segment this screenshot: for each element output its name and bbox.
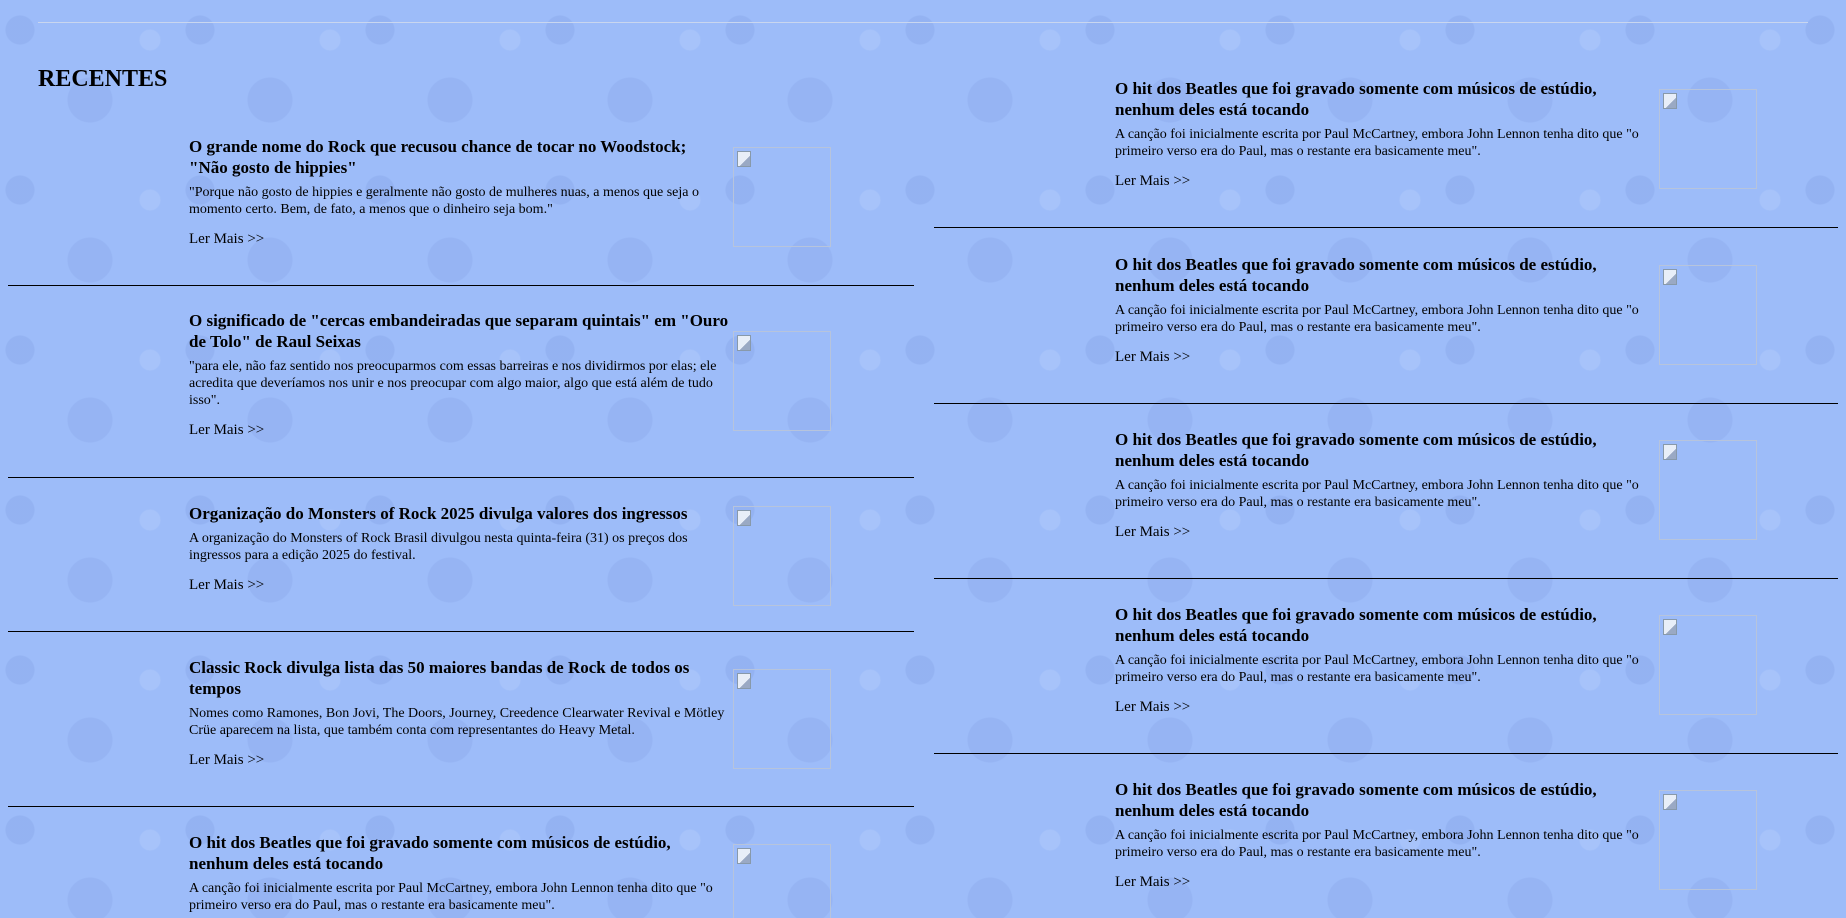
article-text: O hit dos Beatles que foi gravado soment…	[1115, 78, 1655, 190]
article-card: O hit dos Beatles que foi gravado soment…	[934, 78, 1838, 228]
article-text: O hit dos Beatles que foi gravado soment…	[1115, 779, 1655, 891]
broken-image-icon	[1663, 794, 1677, 810]
article-text: Classic Rock divulga lista das 50 maiore…	[189, 657, 729, 769]
article-thumbnail[interactable]	[733, 147, 831, 247]
read-more-link[interactable]: Ler Mais >>	[189, 422, 264, 438]
read-more-link[interactable]: Ler Mais >>	[189, 577, 264, 593]
article-card: O hit dos Beatles que foi gravado soment…	[934, 429, 1838, 579]
broken-image-icon	[737, 673, 751, 689]
article-text: O hit dos Beatles que foi gravado soment…	[189, 832, 729, 918]
article-title[interactable]: O hit dos Beatles que foi gravado soment…	[1115, 429, 1655, 471]
article-excerpt: "para ele, não faz sentido nos preocupar…	[189, 359, 717, 408]
broken-image-icon	[1663, 269, 1677, 285]
article-card: O hit dos Beatles que foi gravado soment…	[934, 254, 1838, 404]
read-more-link[interactable]: Ler Mais >>	[1115, 699, 1190, 715]
article-title[interactable]: O hit dos Beatles que foi gravado soment…	[1115, 78, 1655, 120]
article-card: Classic Rock divulga lista das 50 maiore…	[8, 657, 914, 807]
article-title[interactable]: O hit dos Beatles que foi gravado soment…	[1115, 254, 1655, 296]
article-thumbnail[interactable]	[1659, 440, 1757, 540]
section-title: RECENTES	[38, 66, 168, 92]
article-thumbnail[interactable]	[1659, 790, 1757, 890]
article-thumbnail[interactable]	[733, 669, 831, 769]
article-title[interactable]: Classic Rock divulga lista das 50 maiore…	[189, 657, 729, 699]
broken-image-icon	[737, 510, 751, 526]
article-excerpt: A canção foi inicialmente escrita por Pa…	[189, 881, 713, 913]
article-text: O significado de "cercas embandeiradas q…	[189, 310, 729, 439]
article-excerpt: A canção foi inicialmente escrita por Pa…	[1115, 303, 1639, 335]
broken-image-icon	[1663, 619, 1677, 635]
article-text: O grande nome do Rock que recusou chance…	[189, 136, 729, 248]
read-more-link[interactable]: Ler Mais >>	[1115, 874, 1190, 890]
broken-image-icon	[1663, 93, 1677, 109]
article-card: Organização do Monsters of Rock 2025 div…	[8, 503, 914, 632]
article-thumbnail[interactable]	[1659, 265, 1757, 365]
broken-image-icon	[1663, 444, 1677, 460]
article-excerpt: A organização do Monsters of Rock Brasil…	[189, 531, 688, 563]
article-thumbnail[interactable]	[733, 506, 831, 606]
article-text: O hit dos Beatles que foi gravado soment…	[1115, 429, 1655, 541]
article-excerpt: "Porque não gosto de hippies e geralment…	[189, 185, 699, 217]
read-more-link[interactable]: Ler Mais >>	[189, 752, 264, 768]
article-card: O significado de "cercas embandeiradas q…	[8, 310, 914, 478]
article-title[interactable]: O hit dos Beatles que foi gravado soment…	[1115, 779, 1655, 821]
article-excerpt: Nomes como Ramones, Bon Jovi, The Doors,…	[189, 706, 725, 738]
article-title[interactable]: O grande nome do Rock que recusou chance…	[189, 136, 729, 178]
article-card: O hit dos Beatles que foi gravado soment…	[934, 604, 1838, 754]
article-card: O hit dos Beatles que foi gravado soment…	[8, 832, 914, 918]
article-title[interactable]: O significado de "cercas embandeiradas q…	[189, 310, 729, 352]
article-title[interactable]: O hit dos Beatles que foi gravado soment…	[1115, 604, 1655, 646]
top-divider	[38, 22, 1808, 23]
article-excerpt: A canção foi inicialmente escrita por Pa…	[1115, 127, 1639, 159]
read-more-link[interactable]: Ler Mais >>	[1115, 349, 1190, 365]
article-text: Organização do Monsters of Rock 2025 div…	[189, 503, 729, 594]
article-excerpt: A canção foi inicialmente escrita por Pa…	[1115, 653, 1639, 685]
article-card: O grande nome do Rock que recusou chance…	[8, 136, 914, 286]
article-title[interactable]: O hit dos Beatles que foi gravado soment…	[189, 832, 729, 874]
article-excerpt: A canção foi inicialmente escrita por Pa…	[1115, 828, 1639, 860]
read-more-link[interactable]: Ler Mais >>	[189, 231, 264, 247]
article-text: O hit dos Beatles que foi gravado soment…	[1115, 604, 1655, 716]
article-thumbnail[interactable]	[733, 331, 831, 431]
article-excerpt: A canção foi inicialmente escrita por Pa…	[1115, 478, 1639, 510]
article-thumbnail[interactable]	[733, 844, 831, 918]
article-thumbnail[interactable]	[1659, 615, 1757, 715]
read-more-link[interactable]: Ler Mais >>	[1115, 524, 1190, 540]
article-text: O hit dos Beatles que foi gravado soment…	[1115, 254, 1655, 366]
broken-image-icon	[737, 848, 751, 864]
article-thumbnail[interactable]	[1659, 89, 1757, 189]
broken-image-icon	[737, 151, 751, 167]
article-title[interactable]: Organização do Monsters of Rock 2025 div…	[189, 503, 729, 524]
read-more-link[interactable]: Ler Mais >>	[1115, 173, 1190, 189]
broken-image-icon	[737, 335, 751, 351]
article-card: O hit dos Beatles que foi gravado soment…	[934, 779, 1838, 918]
